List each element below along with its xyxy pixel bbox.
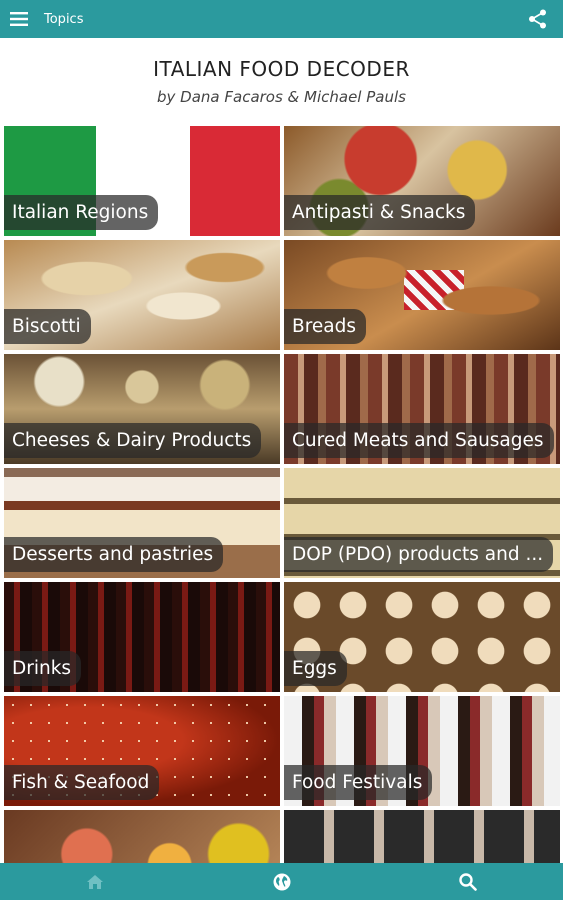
book-header: ITALIAN FOOD DECODER by Dana Facaros & M… bbox=[0, 38, 563, 126]
book-authors: by Dana Facaros & Michael Pauls bbox=[157, 88, 406, 106]
topic-label: Drinks bbox=[4, 651, 82, 686]
topic-label: Cured Meats and Sausages bbox=[284, 423, 554, 458]
topic-label: Breads bbox=[284, 309, 366, 344]
topic-tile-eggs[interactable]: Eggs bbox=[284, 582, 560, 692]
app-bar-title: Topics bbox=[44, 11, 84, 27]
app-bar: Topics bbox=[0, 0, 563, 38]
search-icon[interactable] bbox=[457, 871, 479, 893]
topic-label: Desserts and pastries bbox=[4, 537, 224, 572]
topic-grid: Italian Regions Antipasti & Snacks Bisco… bbox=[4, 126, 560, 863]
bottom-nav bbox=[0, 863, 563, 900]
home-icon[interactable] bbox=[84, 871, 106, 893]
topic-tile-food-festivals[interactable]: Food Festivals bbox=[284, 696, 560, 806]
topic-label: Antipasti & Snacks bbox=[284, 195, 476, 230]
topic-label: Fish & Seafood bbox=[4, 765, 160, 800]
topic-tile-drinks[interactable]: Drinks bbox=[4, 582, 280, 692]
topic-tile-row7-right[interactable] bbox=[284, 810, 560, 863]
topic-tile-breads[interactable]: Breads bbox=[284, 240, 560, 350]
topic-tile-cured-meats[interactable]: Cured Meats and Sausages bbox=[284, 354, 560, 464]
topic-label: Italian Regions bbox=[4, 195, 159, 230]
topic-tile-desserts[interactable]: Desserts and pastries bbox=[4, 468, 280, 578]
topic-label: Eggs bbox=[284, 651, 347, 686]
topic-tile-antipasti[interactable]: Antipasti & Snacks bbox=[284, 126, 560, 236]
market-signs-image bbox=[284, 810, 560, 863]
topic-tile-italian-regions[interactable]: Italian Regions bbox=[4, 126, 280, 236]
topic-tile-row7-left[interactable] bbox=[4, 810, 280, 863]
produce-market-image bbox=[4, 810, 280, 863]
menu-icon[interactable] bbox=[0, 0, 38, 38]
topic-label: Biscotti bbox=[4, 309, 91, 344]
topic-label: Food Festivals bbox=[284, 765, 433, 800]
topic-tile-biscotti[interactable]: Biscotti bbox=[4, 240, 280, 350]
topic-label: Cheeses & Dairy Products bbox=[4, 423, 262, 458]
topic-tile-cheeses[interactable]: Cheeses & Dairy Products bbox=[4, 354, 280, 464]
share-icon[interactable] bbox=[527, 8, 549, 30]
book-title: ITALIAN FOOD DECODER bbox=[153, 57, 410, 81]
topic-tile-fish-seafood[interactable]: Fish & Seafood bbox=[4, 696, 280, 806]
topic-label: DOP (PDO) products and ... bbox=[284, 537, 554, 572]
topic-tile-dop-products[interactable]: DOP (PDO) products and ... bbox=[284, 468, 560, 578]
globe-icon[interactable] bbox=[271, 871, 293, 893]
